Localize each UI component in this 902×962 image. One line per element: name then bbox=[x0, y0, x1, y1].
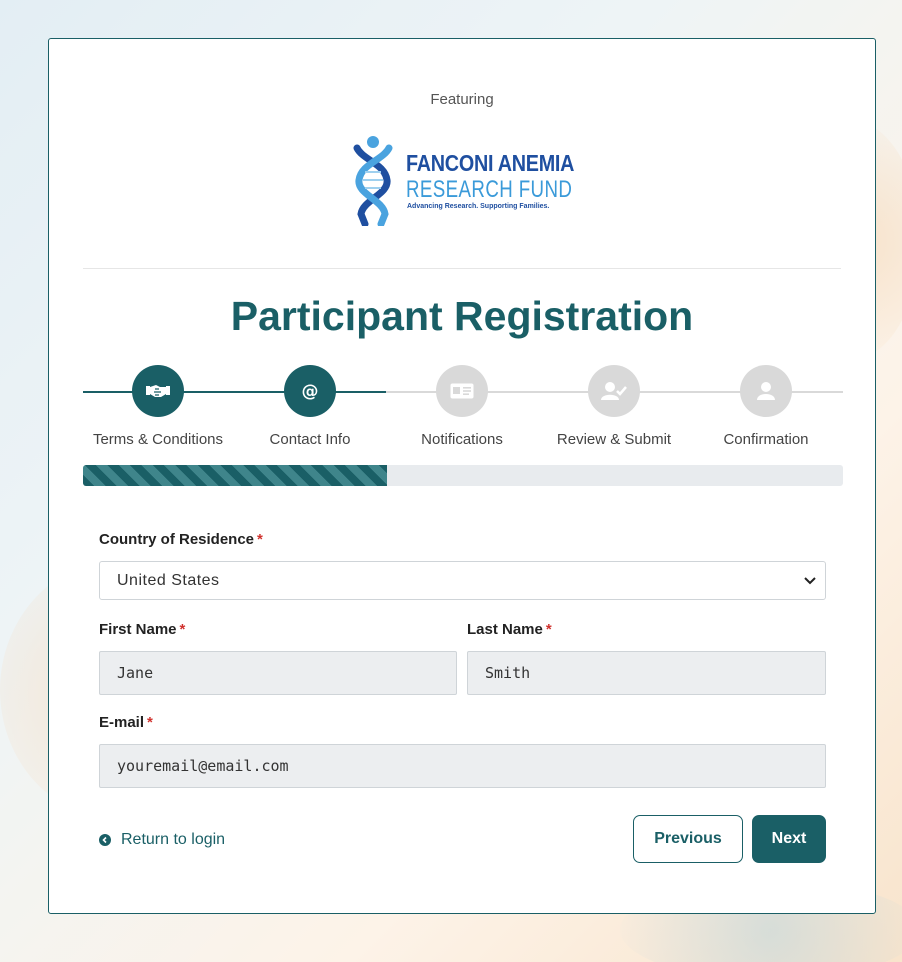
step-circle bbox=[436, 365, 488, 417]
step-label: Confirmation bbox=[723, 431, 809, 448]
country-label: Country of Residence * bbox=[99, 531, 263, 548]
step-review-submit[interactable]: Review & Submit bbox=[539, 365, 689, 448]
at-sign-icon: @ bbox=[302, 382, 319, 402]
logo-tagline: Advancing Research. Supporting Families. bbox=[407, 203, 550, 210]
step-circle: @ bbox=[284, 365, 336, 417]
step-confirmation[interactable]: Confirmation bbox=[691, 365, 841, 448]
step-label: Terms & Conditions bbox=[92, 431, 224, 448]
required-marker: * bbox=[179, 621, 186, 638]
last-name-placeholder: Smith bbox=[485, 664, 531, 682]
last-name-input[interactable]: Smith bbox=[467, 651, 826, 695]
chevron-down-icon bbox=[804, 577, 816, 585]
required-marker: * bbox=[147, 714, 153, 731]
email-placeholder: youremail@email.com bbox=[117, 757, 289, 775]
email-label-text: E-mail bbox=[99, 714, 145, 731]
country-select[interactable]: United States bbox=[99, 561, 826, 600]
step-circle bbox=[132, 365, 184, 417]
email-label: E-mail * bbox=[99, 714, 153, 731]
step-circle bbox=[588, 365, 640, 417]
svg-text:@: @ bbox=[302, 382, 319, 402]
id-card-icon bbox=[450, 383, 474, 399]
user-check-icon bbox=[601, 382, 627, 400]
registration-stepper: Terms & Conditions @ Contact Info Notifi… bbox=[83, 365, 843, 448]
step-notifications[interactable]: Notifications bbox=[387, 365, 537, 448]
handshake-icon bbox=[146, 385, 170, 397]
previous-button[interactable]: Previous bbox=[633, 815, 743, 863]
fanconi-anemia-logo: FANCONI ANEMIA RESEARCH FUND Advancing R… bbox=[349, 134, 579, 226]
user-icon bbox=[757, 382, 775, 400]
progress-fill bbox=[83, 465, 387, 486]
chevron-left-circle-icon bbox=[99, 834, 111, 846]
step-label: Review & Submit bbox=[556, 431, 672, 448]
step-contact-info[interactable]: @ Contact Info bbox=[235, 365, 385, 448]
country-label-text: Country of Residence bbox=[99, 531, 255, 548]
logo-subtitle: RESEARCH FUND bbox=[406, 176, 573, 203]
dna-helix-icon bbox=[353, 136, 393, 226]
step-terms-conditions[interactable]: Terms & Conditions bbox=[83, 365, 233, 448]
next-button[interactable]: Next bbox=[752, 815, 826, 863]
registration-card: Featuring FANCONI ANEMIA RESEARCH FUND A… bbox=[48, 38, 876, 914]
first-name-label: First Name * bbox=[99, 621, 185, 638]
header-divider bbox=[83, 268, 841, 269]
first-name-input[interactable]: Jane bbox=[99, 651, 457, 695]
first-name-placeholder: Jane bbox=[117, 664, 154, 682]
progress-bar bbox=[83, 465, 843, 486]
country-select-value: United States bbox=[117, 572, 220, 589]
last-name-label-text: Last Name bbox=[467, 621, 543, 638]
logo-title: FANCONI ANEMIA bbox=[406, 150, 575, 176]
return-to-login-label: Return to login bbox=[121, 831, 226, 848]
featuring-text: Featuring bbox=[430, 91, 494, 108]
step-label: Notifications bbox=[421, 431, 503, 448]
email-input[interactable]: youremail@email.com bbox=[99, 744, 826, 788]
page-title: Participant Registration bbox=[230, 293, 694, 339]
required-marker: * bbox=[257, 531, 263, 548]
last-name-label: Last Name * bbox=[467, 621, 552, 638]
required-marker: * bbox=[545, 621, 552, 638]
first-name-label-text: First Name bbox=[99, 621, 177, 638]
step-circle bbox=[740, 365, 792, 417]
return-to-login-link[interactable]: Return to login bbox=[99, 831, 225, 849]
step-label: Contact Info bbox=[269, 431, 351, 448]
